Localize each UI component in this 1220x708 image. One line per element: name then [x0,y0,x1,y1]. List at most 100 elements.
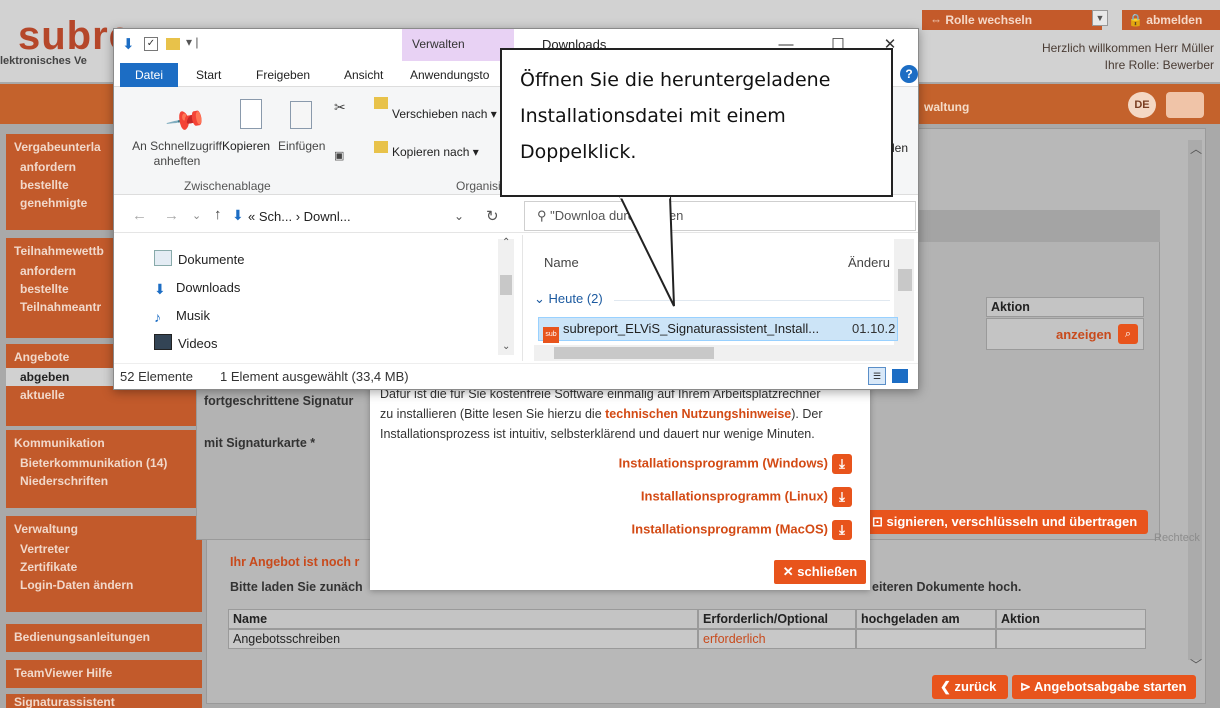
scissors-icon[interactable]: ✂ [334,99,346,116]
chat-icon[interactable] [1166,92,1204,118]
einfuegen-button[interactable]: Einfügen [278,139,325,153]
paste-shortcut-icon[interactable]: ▣ [334,149,344,162]
download-icon: ⬇ [154,281,166,297]
tab-ansicht[interactable]: Ansicht [344,63,383,87]
nav-item-musik[interactable]: ♪ Musik [154,303,210,329]
folder-move-icon [374,97,388,109]
install-text-part: zu installieren (Bitte lesen Sie hierzu … [380,407,606,421]
signieren-label: signieren, verschlüsseln und übertragen [886,514,1138,529]
paste-icon[interactable] [290,101,312,129]
nutzungshinweise-link[interactable]: technischen Nutzungshinweise [605,407,791,421]
sidebar-group-title[interactable]: Kommunikation [6,430,202,454]
sidebar-group-title[interactable]: Verwaltung [6,516,202,540]
instruction-callout: Öffnen Sie die heruntergeladene Installa… [500,48,893,197]
start-icon: ⊳ [1020,679,1035,694]
nav-item-dokumente[interactable]: Dokumente [154,247,244,273]
callout-line: Installationsdatei mit einem [520,105,786,127]
copy-icon[interactable] [240,99,262,129]
anzeigen-link[interactable]: anzeigen [1056,327,1112,342]
scroll-down-arrow-icon[interactable]: ⌄ [502,341,510,352]
table-cell-hochgeladen [856,629,996,649]
tab-datei[interactable]: Datei [120,63,178,87]
abmelden-button[interactable]: 🔒 abmelden [1122,10,1220,30]
sidebar-item-bieterkommunikation[interactable]: Bieterkommunikation (14) [6,454,202,472]
up-arrow-icon[interactable]: ↑ [214,206,222,223]
zurueck-button[interactable]: ❮ zurück [932,675,1008,699]
nav-item-downloads[interactable]: ⬇ Downloads [154,275,240,301]
tab-freigeben[interactable]: Freigeben [256,63,310,87]
file-name: subreport_ELViS_Signaturassistent_Instal… [563,321,820,336]
navpane-scroll-thumb[interactable] [500,275,512,295]
scroll-up-arrow-icon[interactable]: ⌃ [502,237,510,248]
kopieren-nach-label: Kopieren nach [392,145,470,159]
scroll-up-icon[interactable]: ︿ [1190,140,1202,157]
search-input[interactable]: ⚲ "Downloa durchsuchen [524,201,916,231]
checkbox-icon[interactable]: ✓ [144,37,158,51]
close-button[interactable]: ✕ schließen [774,560,866,584]
nav-tab-verwaltung[interactable]: waltung [918,92,992,122]
sidebar-group-kommunikation: Kommunikation Bieterkommunikation (14) N… [6,430,202,508]
kopieren-nach-button[interactable]: Kopieren nach ▾ [392,145,479,159]
file-date: 01.10.2 [852,321,896,336]
sidebar-item-niederschriften[interactable]: Niederschriften [6,472,202,490]
sidebar-bedienungsanleitungen[interactable]: Bedienungsanleitungen [6,624,202,652]
language-de-button[interactable]: DE [1128,92,1156,118]
help-icon[interactable]: ? [900,65,918,83]
schnellzugriff-button[interactable]: An Schnellzugriff anheften [122,139,232,169]
video-icon [154,334,172,350]
main-scrollbar[interactable] [1188,140,1202,660]
file-row[interactable]: sub subreport_ELViS_Signaturassistent_Ins… [538,317,898,343]
callout-pointer [618,196,675,307]
signieren-button[interactable]: ⊡ signieren, verschlüsseln und übertrage… [866,510,1148,534]
tab-anwendungstools[interactable]: Anwendungsto [410,63,489,87]
sidebar-item-label: Signaturassistent [14,695,115,708]
chevron-down-icon[interactable]: ▼ [1092,10,1108,26]
angebotsabgabe-label: Angebotsabgabe starten [1034,679,1187,694]
address-dropdown-icon[interactable]: ⌄ [454,209,464,223]
sidebar-item-zertifikate[interactable]: Zertifikate [6,558,202,576]
tiles-view-icon[interactable] [892,369,908,383]
install-windows-button[interactable]: Installationsprogramm (Windows) ⤓ [560,454,852,476]
details-view-icon[interactable]: ☰ [868,367,886,385]
nav-item-videos[interactable]: Videos [154,331,218,357]
group-heute[interactable]: ⌄ Heute (2) [534,291,603,307]
forward-arrow-icon[interactable]: → [164,207,179,224]
nav-item-label: Downloads [176,280,241,295]
quick-access-dropdown-icon[interactable]: ▾ | [186,35,198,49]
sidebar-teamviewer[interactable]: TeamViewer Hilfe [6,660,202,688]
sidebar-item-login-daten[interactable]: Login-Daten ändern [6,576,202,594]
view-icon[interactable]: ⌕ [1118,324,1138,344]
table-cell-name: Angebotsschreiben [228,629,698,649]
sidebar-signaturassistent[interactable]: Signaturassistent [6,694,202,708]
tab-start[interactable]: Start [196,63,221,87]
search-icon: ⚲ [537,208,551,223]
angebotsabgabe-button[interactable]: ⊳ Angebotsabgabe starten [1012,675,1196,699]
column-header-date[interactable]: Änderu [848,255,890,270]
refresh-icon[interactable]: ↻ [486,207,499,225]
sidebar-item-vertreter[interactable]: Vertreter [6,540,202,558]
navpane-scrollbar[interactable] [498,239,514,355]
filelist-scroll-thumb[interactable] [898,269,912,291]
nav-item-label: Musik [176,308,210,323]
group-zwischenablage: Zwischenablage [184,179,271,193]
kopieren-button[interactable]: Kopieren [222,139,270,153]
rolle-wechseln-select[interactable]: ⇔ Rolle wechseln [922,10,1102,30]
table-header-hochgeladen: hochgeladen am [856,609,996,629]
callout-line: Öffnen Sie die heruntergeladene [520,69,831,91]
role-line: Ihre Rolle: Bewerber [1104,58,1214,72]
folder-copy-icon [374,141,388,153]
callout-line: Doppelklick. [520,141,637,163]
recent-chevron-icon[interactable]: ⌄ [192,209,201,222]
send-icon: ⊡ [872,514,887,529]
tab-verwalten[interactable]: Verwalten [402,29,514,61]
welcome-line: Herzlich willkommen Herr Müller [1041,41,1214,55]
horizontal-scroll-thumb[interactable] [554,347,714,359]
table-header-aktion: Aktion [996,609,1146,629]
install-macos-button[interactable]: Installationsprogramm (MacOS) ⤓ [560,520,852,542]
scroll-down-icon[interactable]: ﹀ [1190,656,1202,673]
column-header-name[interactable]: Name [544,255,579,270]
group-organisieren: Organisi [456,179,501,193]
verschieben-nach-button[interactable]: Verschieben nach ▾ [392,107,497,121]
back-arrow-icon[interactable]: ← [132,207,147,224]
install-linux-button[interactable]: Installationsprogramm (Linux) ⤓ [560,487,852,509]
